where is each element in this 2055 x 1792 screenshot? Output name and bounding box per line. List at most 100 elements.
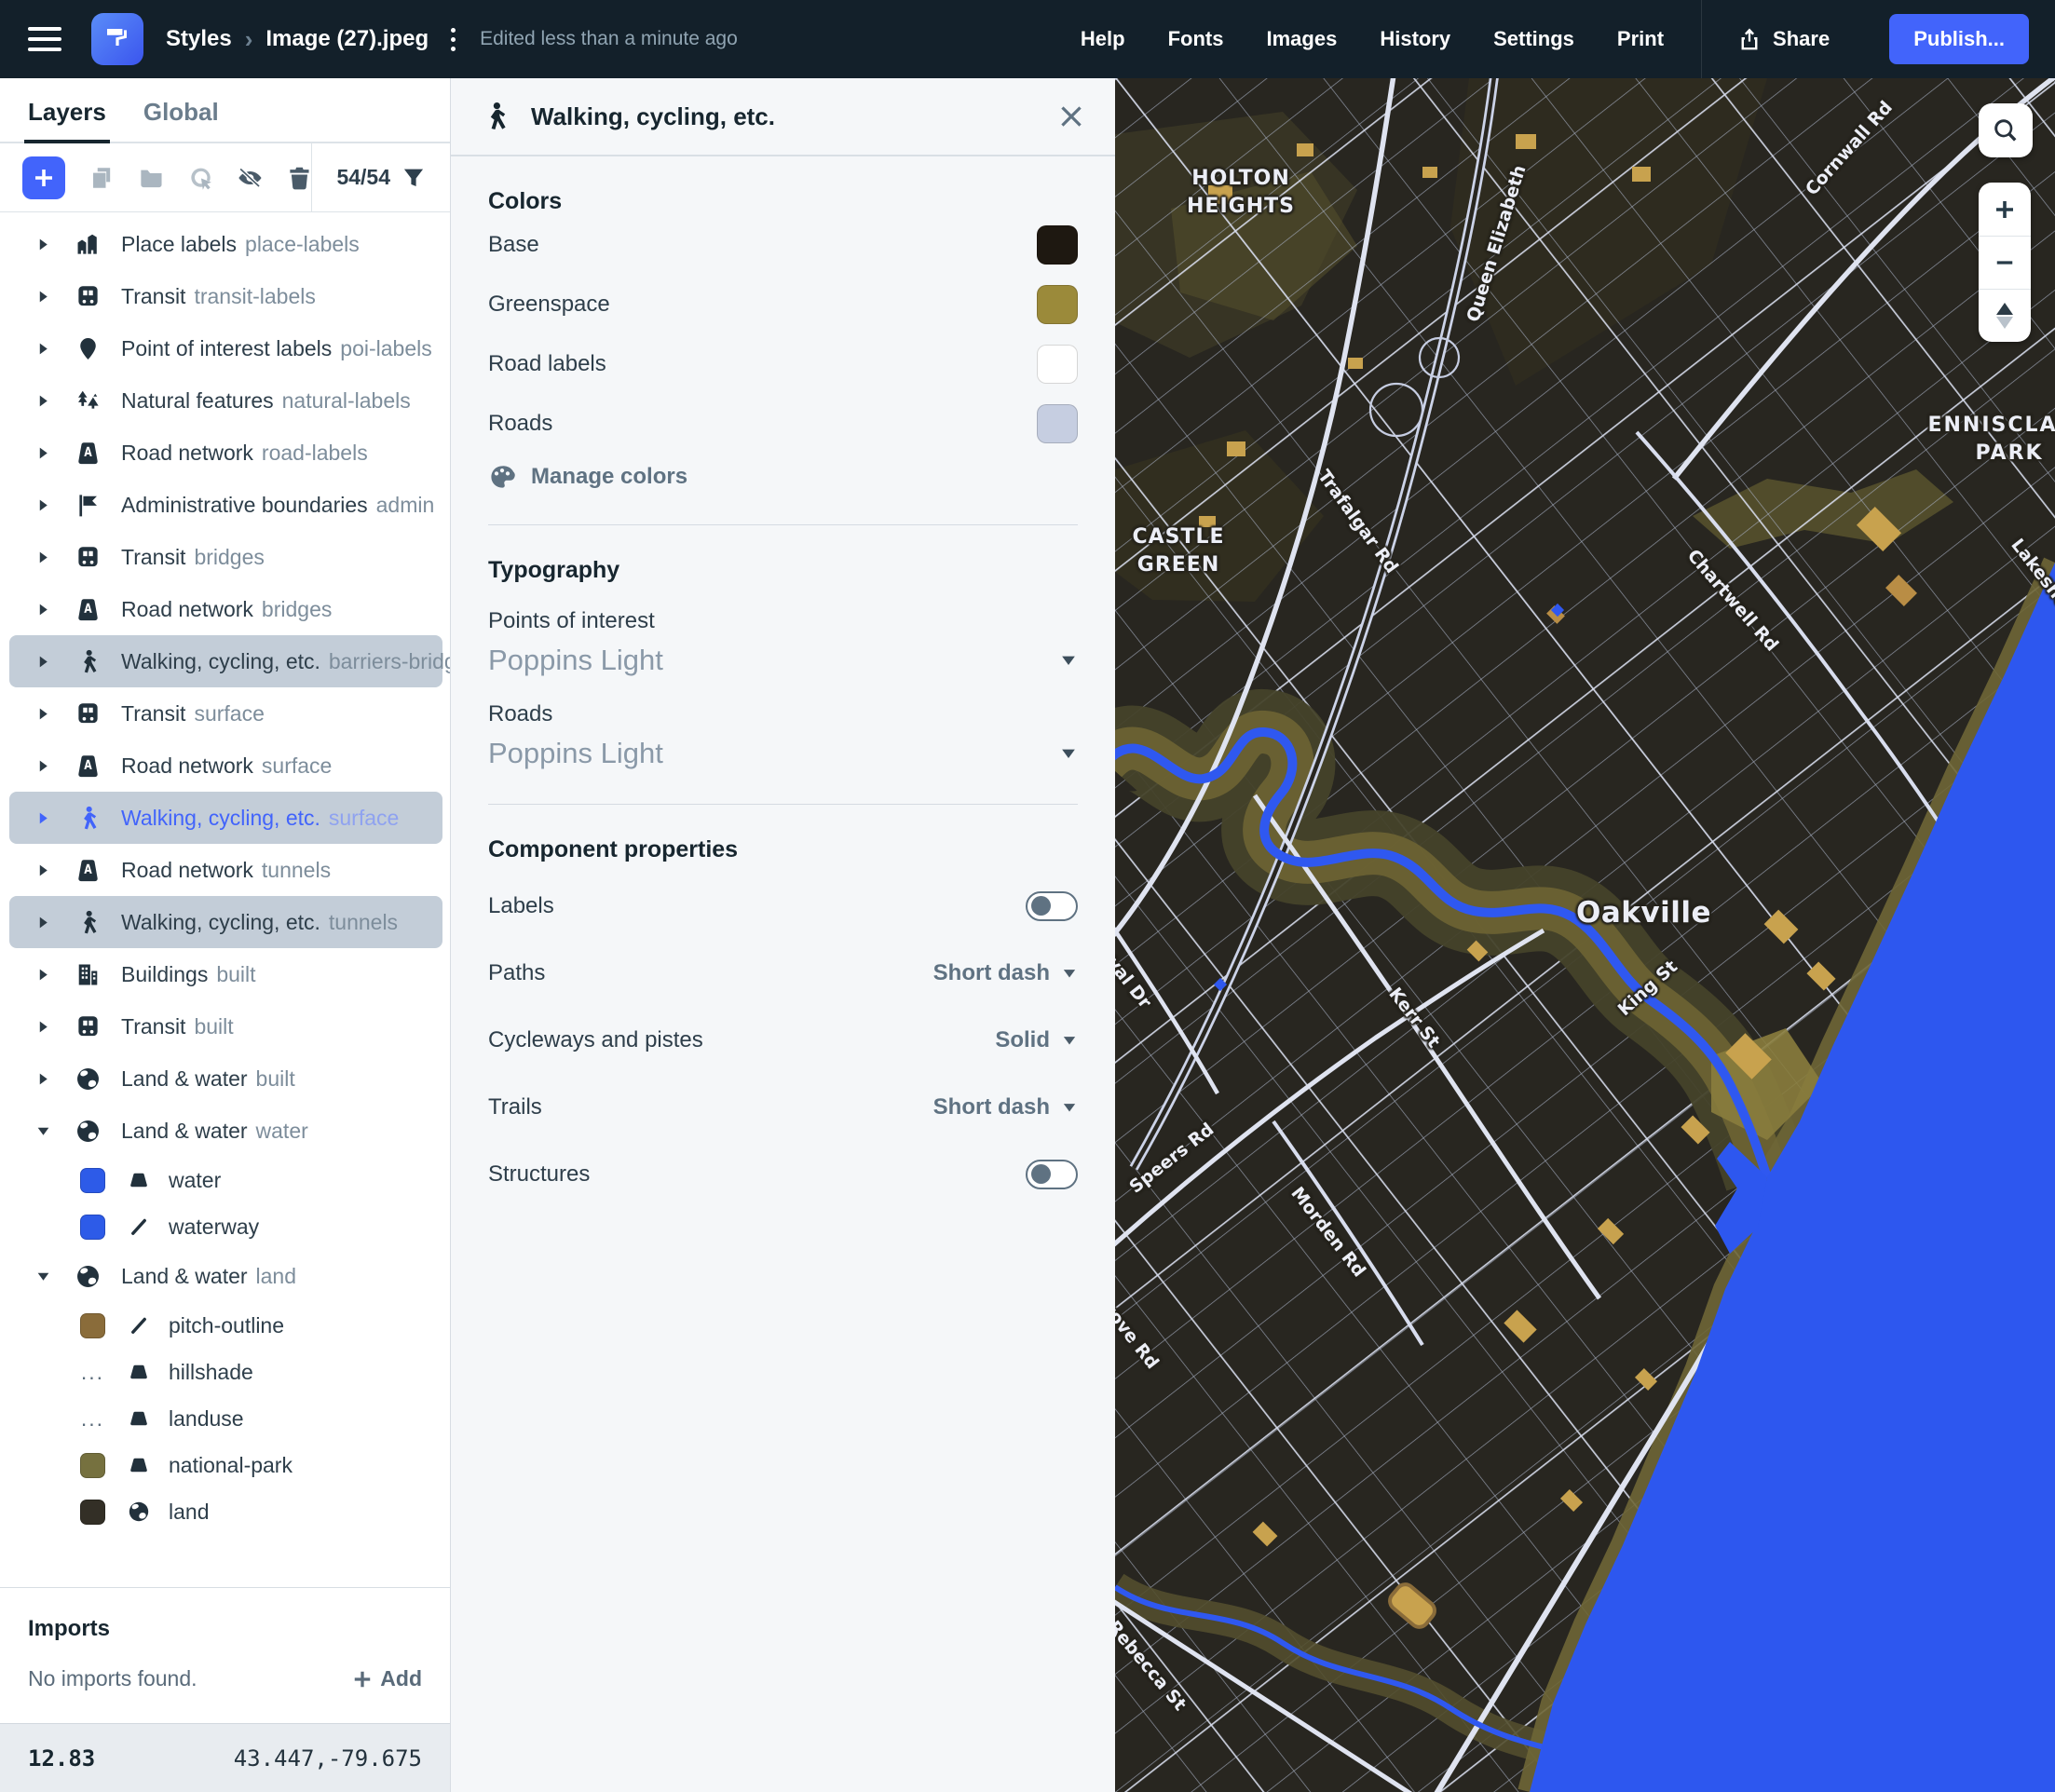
menu-fonts[interactable]: Fonts [1168,27,1224,51]
add-layer-button[interactable] [22,156,65,199]
hamburger-menu-icon[interactable] [28,27,61,51]
chevron-down-icon [1061,965,1078,982]
layer-row-transit-surface[interactable]: Transit surface [9,687,442,740]
compass-button[interactable] [1979,289,2031,342]
roads-color-swatch[interactable] [1037,404,1078,443]
color-swatch[interactable] [80,1215,105,1240]
color-swatch[interactable] [80,1453,105,1478]
hide-layer-icon[interactable] [238,164,263,192]
layer-row-poi-labels[interactable]: Point of interest labels poi-labels [9,322,442,374]
labels-toggle[interactable] [1026,891,1078,921]
menu-help[interactable]: Help [1081,27,1125,51]
publish-button[interactable]: Publish... [1889,14,2029,64]
zoom-out-button[interactable] [1979,236,2031,289]
caret-right-icon[interactable] [35,289,51,305]
layer-row-transit-labels[interactable]: Transit transit-labels [9,270,442,322]
share-button[interactable]: Share [1701,0,1865,78]
color-swatch[interactable] [80,1168,105,1193]
base-color-swatch[interactable] [1037,225,1078,265]
sublayer-land[interactable]: land [0,1488,450,1535]
tab-global[interactable]: Global [143,98,219,142]
layer-row-walking-tunnels[interactable]: Walking, cycling, etc. tunnels [9,896,442,948]
cycleways-select[interactable]: Solid [995,1027,1078,1053]
menu-history[interactable]: History [1380,27,1450,51]
structures-toggle[interactable] [1026,1160,1078,1189]
sublayer-hillshade[interactable]: ... hillshade [0,1349,450,1395]
breadcrumb-styles[interactable]: Styles [166,26,232,52]
map-canvas[interactable]: HOLTONHEIGHTS CASTLEGREEN ENNISCLAREPARK… [1115,78,2055,1792]
caret-right-icon[interactable] [35,967,51,983]
sublayer-national-park[interactable]: national-park [0,1442,450,1488]
caret-down-icon[interactable] [35,1123,51,1139]
fill-icon [128,1407,150,1430]
caret-right-icon[interactable] [35,915,51,930]
multi-value-dots[interactable]: ... [80,1406,105,1432]
manage-colors-button[interactable]: Manage colors [488,463,1078,491]
layer-row-road-tunnels[interactable]: Road network tunnels [9,844,442,896]
map-label-ennisclare-park: ENNISCLAREPARK [1902,412,2055,467]
caret-down-icon[interactable] [35,1269,51,1284]
layer-row-transit-built[interactable]: Transit built [9,1000,442,1052]
sublayer-water[interactable]: water [0,1157,450,1203]
layer-row-walking-barriers-bridges[interactable]: Walking, cycling, etc. barriers-bridges [9,635,442,687]
layer-row-walking-surface[interactable]: Walking, cycling, etc. surface [9,792,442,844]
caret-right-icon[interactable] [35,862,51,878]
delete-layer-icon[interactable] [287,164,312,192]
add-import-button[interactable]: Add [352,1666,422,1691]
paths-select[interactable]: Short dash [933,960,1078,986]
layer-row-place-labels[interactable]: Place labels place-labels [9,218,442,270]
mapbox-studio-logo[interactable] [91,13,143,65]
sublayer-pitch-outline[interactable]: pitch-outline [0,1302,450,1349]
color-swatch[interactable] [80,1500,105,1525]
layer-list: Place labels place-labels Transit transi… [0,212,450,1587]
layer-row-admin[interactable]: Administrative boundaries admin [9,479,442,531]
road-labels-color-swatch[interactable] [1037,345,1078,384]
caret-right-icon[interactable] [35,602,51,618]
tab-layers[interactable]: Layers [28,98,106,142]
caret-right-icon[interactable] [35,654,51,670]
layer-row-buildings-built[interactable]: Buildings built [9,948,442,1000]
color-swatch[interactable] [80,1313,105,1338]
caret-right-icon[interactable] [35,237,51,252]
caret-right-icon[interactable] [35,1071,51,1087]
layer-row-natural-labels[interactable]: Natural features natural-labels [9,374,442,427]
caret-right-icon[interactable] [35,758,51,774]
sublayer-waterway[interactable]: waterway [0,1203,450,1250]
menu-settings[interactable]: Settings [1493,27,1574,51]
mapbox-studio-app: Styles › Image (27).jpeg Edited less tha… [0,0,2055,1792]
roads-font-select[interactable]: Poppins Light [488,737,1078,770]
layer-row-landwater-land[interactable]: Land & water land [9,1250,442,1302]
menu-print[interactable]: Print [1617,27,1664,51]
layer-row-road-labels[interactable]: Road network road-labels [9,427,442,479]
caret-right-icon[interactable] [35,445,51,461]
group-layers-icon[interactable] [139,164,164,192]
walking-icon [75,649,101,674]
duplicate-layer-icon[interactable] [89,164,115,192]
caret-right-icon[interactable] [35,550,51,565]
select-data-icon[interactable] [188,164,213,192]
caret-right-icon[interactable] [35,341,51,357]
menu-images[interactable]: Images [1267,27,1338,51]
caret-right-icon[interactable] [35,810,51,826]
layer-row-transit-bridges[interactable]: Transit bridges [9,531,442,583]
poi-font-select[interactable]: Poppins Light [488,644,1078,677]
layer-filter[interactable]: 54/54 [311,143,450,211]
map-search-button[interactable] [1979,103,2033,157]
sublayer-landuse[interactable]: ... landuse [0,1395,450,1442]
layer-row-road-surface[interactable]: Road network surface [9,740,442,792]
caret-right-icon[interactable] [35,393,51,409]
multi-value-dots[interactable]: ... [80,1360,105,1385]
place-icon [75,232,101,257]
style-options-kebab-icon[interactable] [451,28,456,51]
layer-row-road-bridges[interactable]: Road network bridges [9,583,442,635]
breadcrumb-filename[interactable]: Image (27).jpeg [265,26,429,52]
caret-right-icon[interactable] [35,706,51,722]
caret-right-icon[interactable] [35,497,51,513]
trails-select[interactable]: Short dash [933,1094,1078,1120]
greenspace-color-swatch[interactable] [1037,285,1078,324]
close-icon[interactable] [1057,102,1085,130]
caret-right-icon[interactable] [35,1019,51,1035]
zoom-in-button[interactable] [1979,183,2031,236]
layer-row-landwater-built[interactable]: Land & water built [9,1052,442,1105]
layer-row-landwater-water[interactable]: Land & water water [9,1105,442,1157]
